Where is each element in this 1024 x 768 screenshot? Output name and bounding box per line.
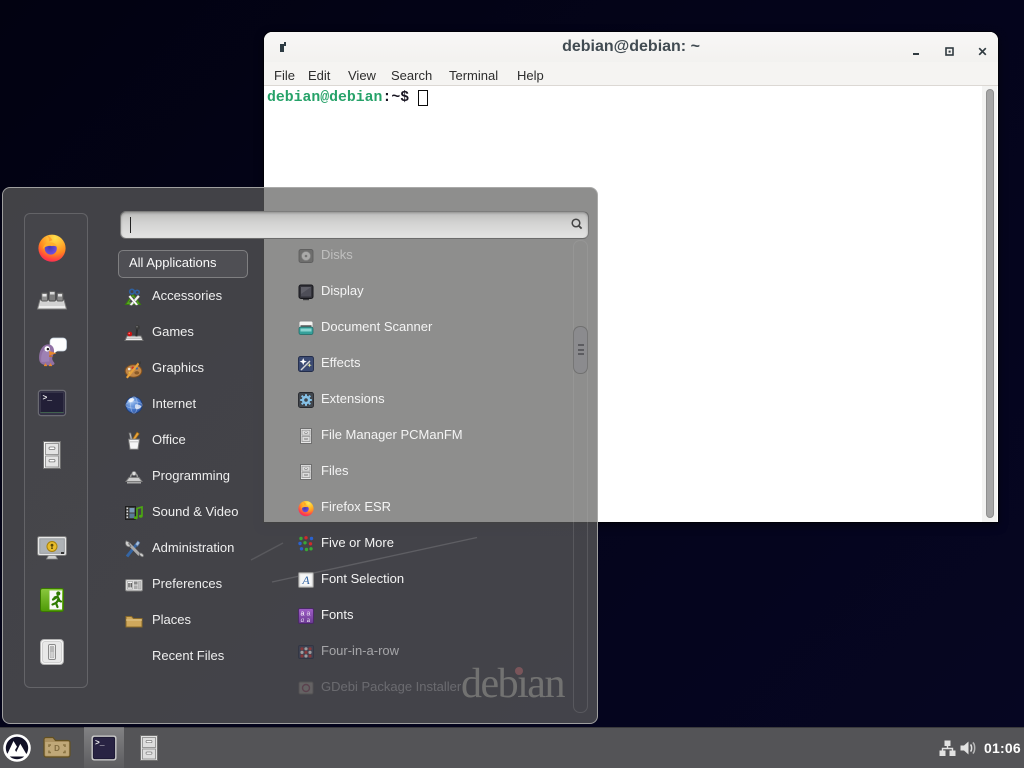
svg-text:>_: >_ (43, 394, 53, 403)
svg-text:a: a (301, 616, 305, 624)
svg-text:D: D (54, 744, 60, 753)
svg-text:>_: >_ (95, 739, 105, 748)
svg-text:A: A (301, 573, 310, 587)
